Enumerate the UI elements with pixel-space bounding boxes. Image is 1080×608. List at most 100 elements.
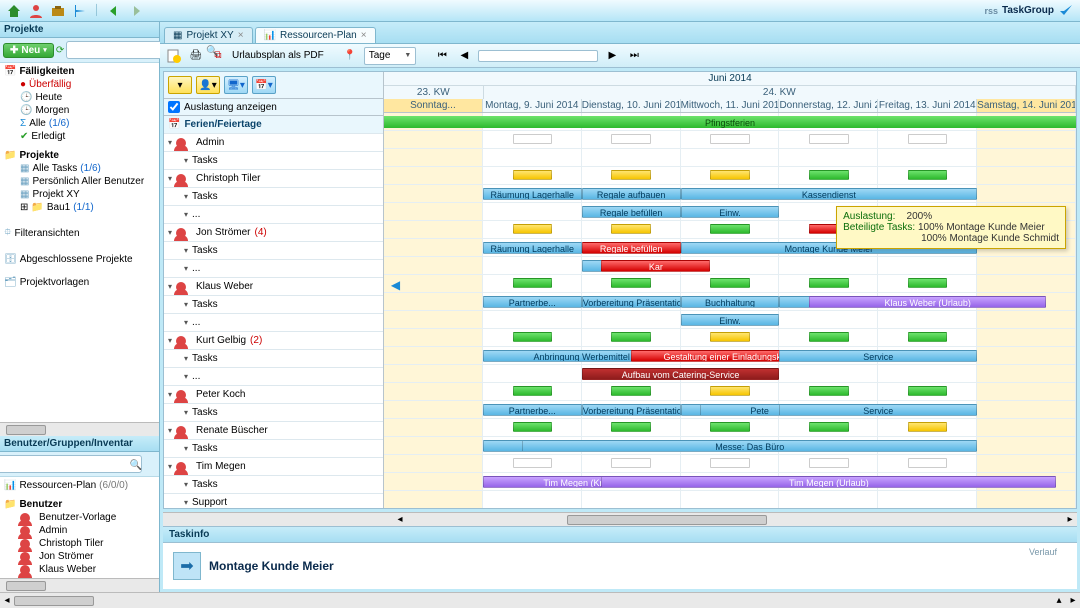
- filter2-button[interactable]: 👤▾: [196, 76, 220, 94]
- gantt-day-header[interactable]: Donnerstag, 12. Juni 2014: [779, 99, 878, 112]
- tree-item[interactable]: ●Überfällig: [4, 78, 157, 91]
- app-bottom-scrollbar[interactable]: ◂ ▴ ▸: [0, 592, 1080, 608]
- bgi-search-input[interactable]: [0, 455, 142, 473]
- task-bar[interactable]: Kar: [601, 260, 710, 272]
- unit-dropdown[interactable]: Tage▼: [364, 47, 417, 65]
- task-bar[interactable]: Regale befüllen: [582, 206, 681, 218]
- resource-sub[interactable]: ▾Tasks: [164, 476, 383, 494]
- filter1-button[interactable]: ▾: [168, 76, 192, 94]
- last-icon[interactable]: ⏭: [626, 48, 642, 64]
- new-button[interactable]: ✚Neu▾: [3, 43, 54, 58]
- tree-item[interactable]: ▦Persönlich Aller Benutzer: [4, 175, 157, 188]
- close-icon[interactable]: ×: [361, 30, 367, 41]
- tree-item[interactable]: Admin: [4, 524, 157, 537]
- tree-item[interactable]: Klaus Weber: [4, 563, 157, 576]
- next-icon[interactable]: ▶: [604, 48, 620, 64]
- tree-item[interactable]: ⊞📁Bau1 (1/1): [4, 201, 157, 214]
- resource-person[interactable]: ▾Christoph Tiler: [164, 170, 383, 188]
- scroll-left-icon[interactable]: ◂: [393, 514, 407, 525]
- tree-node-abg[interactable]: 🗄Abgeschlossene Projekte: [4, 253, 157, 266]
- first-icon[interactable]: ⏮: [434, 48, 450, 64]
- resource-person[interactable]: ▾Renate Büscher: [164, 422, 383, 440]
- tree-item[interactable]: Benutzer-Vorlage: [4, 511, 157, 524]
- task-bar[interactable]: Einw.: [681, 314, 780, 326]
- tree-item[interactable]: Jon Strömer: [4, 550, 157, 563]
- auslastung-input[interactable]: [168, 101, 180, 113]
- resource-sub[interactable]: ▾Tasks: [164, 242, 383, 260]
- gantt-day-header[interactable]: Samstag, 14. Juni 2014: [977, 99, 1076, 112]
- gantt-body[interactable]: PfingstferienRäumung LagerhalleRegale au…: [384, 113, 1076, 508]
- filter3-button[interactable]: 🖥▾: [224, 76, 248, 94]
- search-icon[interactable]: 🔍: [130, 460, 142, 471]
- task-bar[interactable]: Vorbereitung Präsentation: [582, 404, 681, 416]
- resource-sub[interactable]: ▾Support: [164, 494, 383, 508]
- resource-person[interactable]: ▾Tim Megen: [164, 458, 383, 476]
- task-bar[interactable]: Messe: Das Büro: [522, 440, 977, 452]
- resource-person[interactable]: ▾Peter Koch: [164, 386, 383, 404]
- bgi-scrollbar[interactable]: [0, 578, 159, 592]
- resource-sub[interactable]: ▾Tasks: [164, 440, 383, 458]
- tree-item[interactable]: ▦Projekt XY: [4, 188, 157, 201]
- resource-person[interactable]: ▾Jon Strömer (4): [164, 224, 383, 242]
- search-icon[interactable]: 🔍: [206, 46, 218, 57]
- tree-node-faelligkeiten[interactable]: 📅Fälligkeiten: [4, 65, 157, 78]
- tree-item[interactable]: 🕒Heute: [4, 91, 157, 104]
- task-bar[interactable]: Aufbau vom Catering-Service: [582, 368, 780, 380]
- scroll-right-icon[interactable]: ▸: [1063, 514, 1077, 525]
- task-bar[interactable]: Service: [779, 350, 977, 362]
- task-bar[interactable]: Regale aufbauen: [582, 188, 681, 200]
- resource-sub[interactable]: ▾...: [164, 368, 383, 386]
- nav-prev-icon[interactable]: ◀: [391, 278, 400, 292]
- scroll-up-icon[interactable]: ▴: [1052, 595, 1066, 606]
- resource-sub[interactable]: ▾Tasks: [164, 188, 383, 206]
- tree-node-filter[interactable]: ⯐Filteransichten: [4, 224, 157, 243]
- task-bar[interactable]: Buchhaltung: [681, 296, 780, 308]
- gantt-day-header[interactable]: Dienstag, 10. Juni 2014: [582, 99, 681, 112]
- close-icon[interactable]: ×: [238, 30, 244, 41]
- scroll-right-icon[interactable]: ▸: [1066, 595, 1080, 606]
- home-icon[interactable]: [6, 3, 22, 19]
- tree-node-benutzer[interactable]: 📁Benutzer: [4, 498, 157, 511]
- forward-icon[interactable]: [128, 3, 144, 19]
- resource-sub[interactable]: ▾Tasks: [164, 404, 383, 422]
- task-bar[interactable]: Räumung Lagerhalle: [483, 188, 582, 200]
- resource-sub[interactable]: ▾Tasks: [164, 152, 383, 170]
- task-bar[interactable]: Tim Megen (Urlaub): [601, 476, 1056, 488]
- resource-person[interactable]: ▾Admin: [164, 134, 383, 152]
- tree-item[interactable]: 🕒Morgen: [4, 104, 157, 117]
- holiday-bar[interactable]: Pfingstferien: [384, 116, 1076, 128]
- task-bar[interactable]: Partnerbe...: [483, 404, 582, 416]
- prev-icon[interactable]: ◀: [456, 48, 472, 64]
- gantt-day-header[interactable]: Freitag, 13. Juni 2014: [878, 99, 977, 112]
- task-bar[interactable]: Service: [779, 404, 977, 416]
- tree-item[interactable]: Christoph Tiler: [4, 537, 157, 550]
- task-bar[interactable]: Einw.: [681, 206, 780, 218]
- gantt-day-header[interactable]: Montag, 9. Juni 2014: [483, 99, 582, 112]
- resource-group[interactable]: 📅Ferien/Feiertage: [164, 116, 383, 134]
- resource-person[interactable]: ▾Kurt Gelbig (2): [164, 332, 383, 350]
- scroll-left-icon[interactable]: ◂: [0, 595, 14, 606]
- gantt-day-header[interactable]: Sonntag...: [384, 99, 483, 112]
- task-bar[interactable]: Klaus Weber (Urlaub): [809, 296, 1046, 308]
- gantt-day-header[interactable]: Mittwoch, 11. Juni 2014: [681, 99, 780, 112]
- tree-item[interactable]: ✔Erledigt: [4, 130, 157, 143]
- pin-icon[interactable]: 📍: [342, 48, 358, 64]
- tab-ressourcen-plan[interactable]: 📊Ressourcen-Plan×: [255, 27, 376, 43]
- resource-person[interactable]: ▾Klaus Weber: [164, 278, 383, 296]
- back-icon[interactable]: [106, 3, 122, 19]
- resource-sub[interactable]: ▾Tasks: [164, 350, 383, 368]
- tree-node-projekte[interactable]: 📁Projekte: [4, 149, 157, 162]
- new-icon[interactable]: [166, 48, 182, 64]
- filter4-button[interactable]: 📅▾: [252, 76, 276, 94]
- auslastung-checkbox[interactable]: Auslastung anzeigen: [164, 99, 383, 116]
- left-tree-scrollbar[interactable]: [0, 422, 159, 436]
- task-bar[interactable]: Räumung Lagerhalle: [483, 242, 582, 254]
- tree-item-rplan[interactable]: 📊Ressourcen-Plan (6/0/0): [4, 479, 157, 492]
- print-icon[interactable]: 🖨: [188, 48, 204, 64]
- resource-sub[interactable]: ▾...: [164, 260, 383, 278]
- resource-sub[interactable]: ▾Tasks: [164, 296, 383, 314]
- task-bar[interactable]: Kassendienst: [681, 188, 978, 200]
- briefcase-icon[interactable]: [50, 3, 66, 19]
- refresh-icon[interactable]: ⟳: [56, 45, 64, 56]
- user-icon[interactable]: [28, 3, 44, 19]
